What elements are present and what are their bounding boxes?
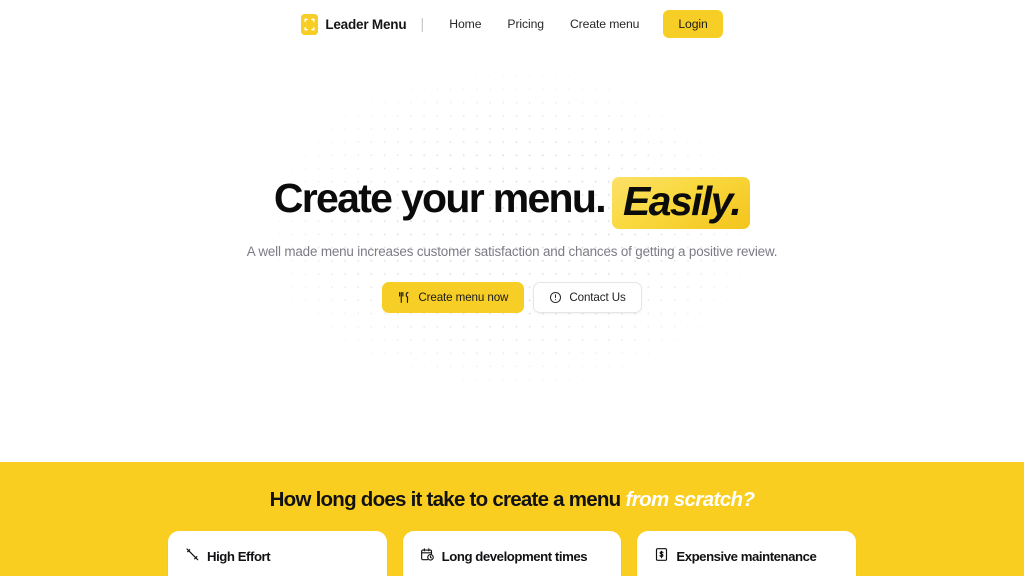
hero-title-highlight: Easily. [611, 177, 751, 229]
nav-link-pricing[interactable]: Pricing [494, 11, 557, 37]
hero-subtitle: A well made menu increases customer sati… [246, 244, 778, 259]
brand-name: Leader Menu [325, 16, 407, 32]
card-title: Expensive maintenance [676, 549, 817, 565]
login-button[interactable]: Login [663, 10, 723, 38]
menu-card-icon [301, 13, 319, 35]
cutlery-icon [398, 291, 411, 304]
hero-title: Create your menu. Easily. [0, 174, 1024, 229]
card-high-effort[interactable]: High Effort An effort you could dedicate… [168, 530, 387, 576]
how-long-section: How long does it take to create a menu fr… [0, 462, 1024, 576]
create-menu-now-button[interactable]: Create menu now [382, 282, 525, 314]
nav-link-home[interactable]: Home [436, 11, 494, 37]
hero-title-main: Create your menu. [273, 175, 607, 221]
nav-inner: Leader Menu | Home Pricing Create menu L… [301, 10, 723, 38]
receipt-dollar-icon [654, 547, 669, 567]
problem-cards-row: High Effort An effort you could dedicate… [168, 530, 857, 576]
brand-logo-group[interactable]: Leader Menu [301, 13, 407, 35]
card-head: Long development times [420, 547, 605, 567]
contact-us-button[interactable]: Contact Us [533, 282, 642, 314]
contact-us-label: Contact Us [569, 291, 626, 305]
nav-separator: | [420, 15, 425, 33]
card-title: High Effort [207, 549, 271, 565]
top-navigation-bar: Leader Menu | Home Pricing Create menu L… [0, 0, 1024, 48]
card-long-development-times[interactable]: Long development times From 1 week up to… [402, 530, 622, 576]
nav-link-create-menu[interactable]: Create menu [557, 11, 652, 37]
card-head: Expensive maintenance [654, 547, 839, 567]
section-title-main: How long does it take to create a menu [269, 488, 622, 511]
create-menu-now-label: Create menu now [418, 291, 509, 305]
card-expensive-maintenance[interactable]: Expensive maintenance ($$$) [637, 530, 857, 576]
hero-section: Create your menu. Easily. A well made men… [0, 48, 1024, 462]
calendar-clock-icon [420, 547, 435, 567]
hero-cta-group: Create menu now Contact Us [0, 282, 1024, 314]
hero-content: Create your menu. Easily. A well made men… [0, 48, 1024, 314]
dumbbell-icon [185, 547, 200, 567]
section-title-emphasis: from scratch? [625, 488, 755, 511]
nav-links: Home Pricing Create menu [436, 11, 652, 37]
info-circle-icon [549, 291, 562, 304]
card-title: Long development times [441, 549, 588, 565]
section-title: How long does it take to create a menu fr… [0, 488, 1024, 512]
landing-page: Leader Menu | Home Pricing Create menu L… [0, 0, 1024, 576]
card-head: High Effort [185, 547, 370, 567]
